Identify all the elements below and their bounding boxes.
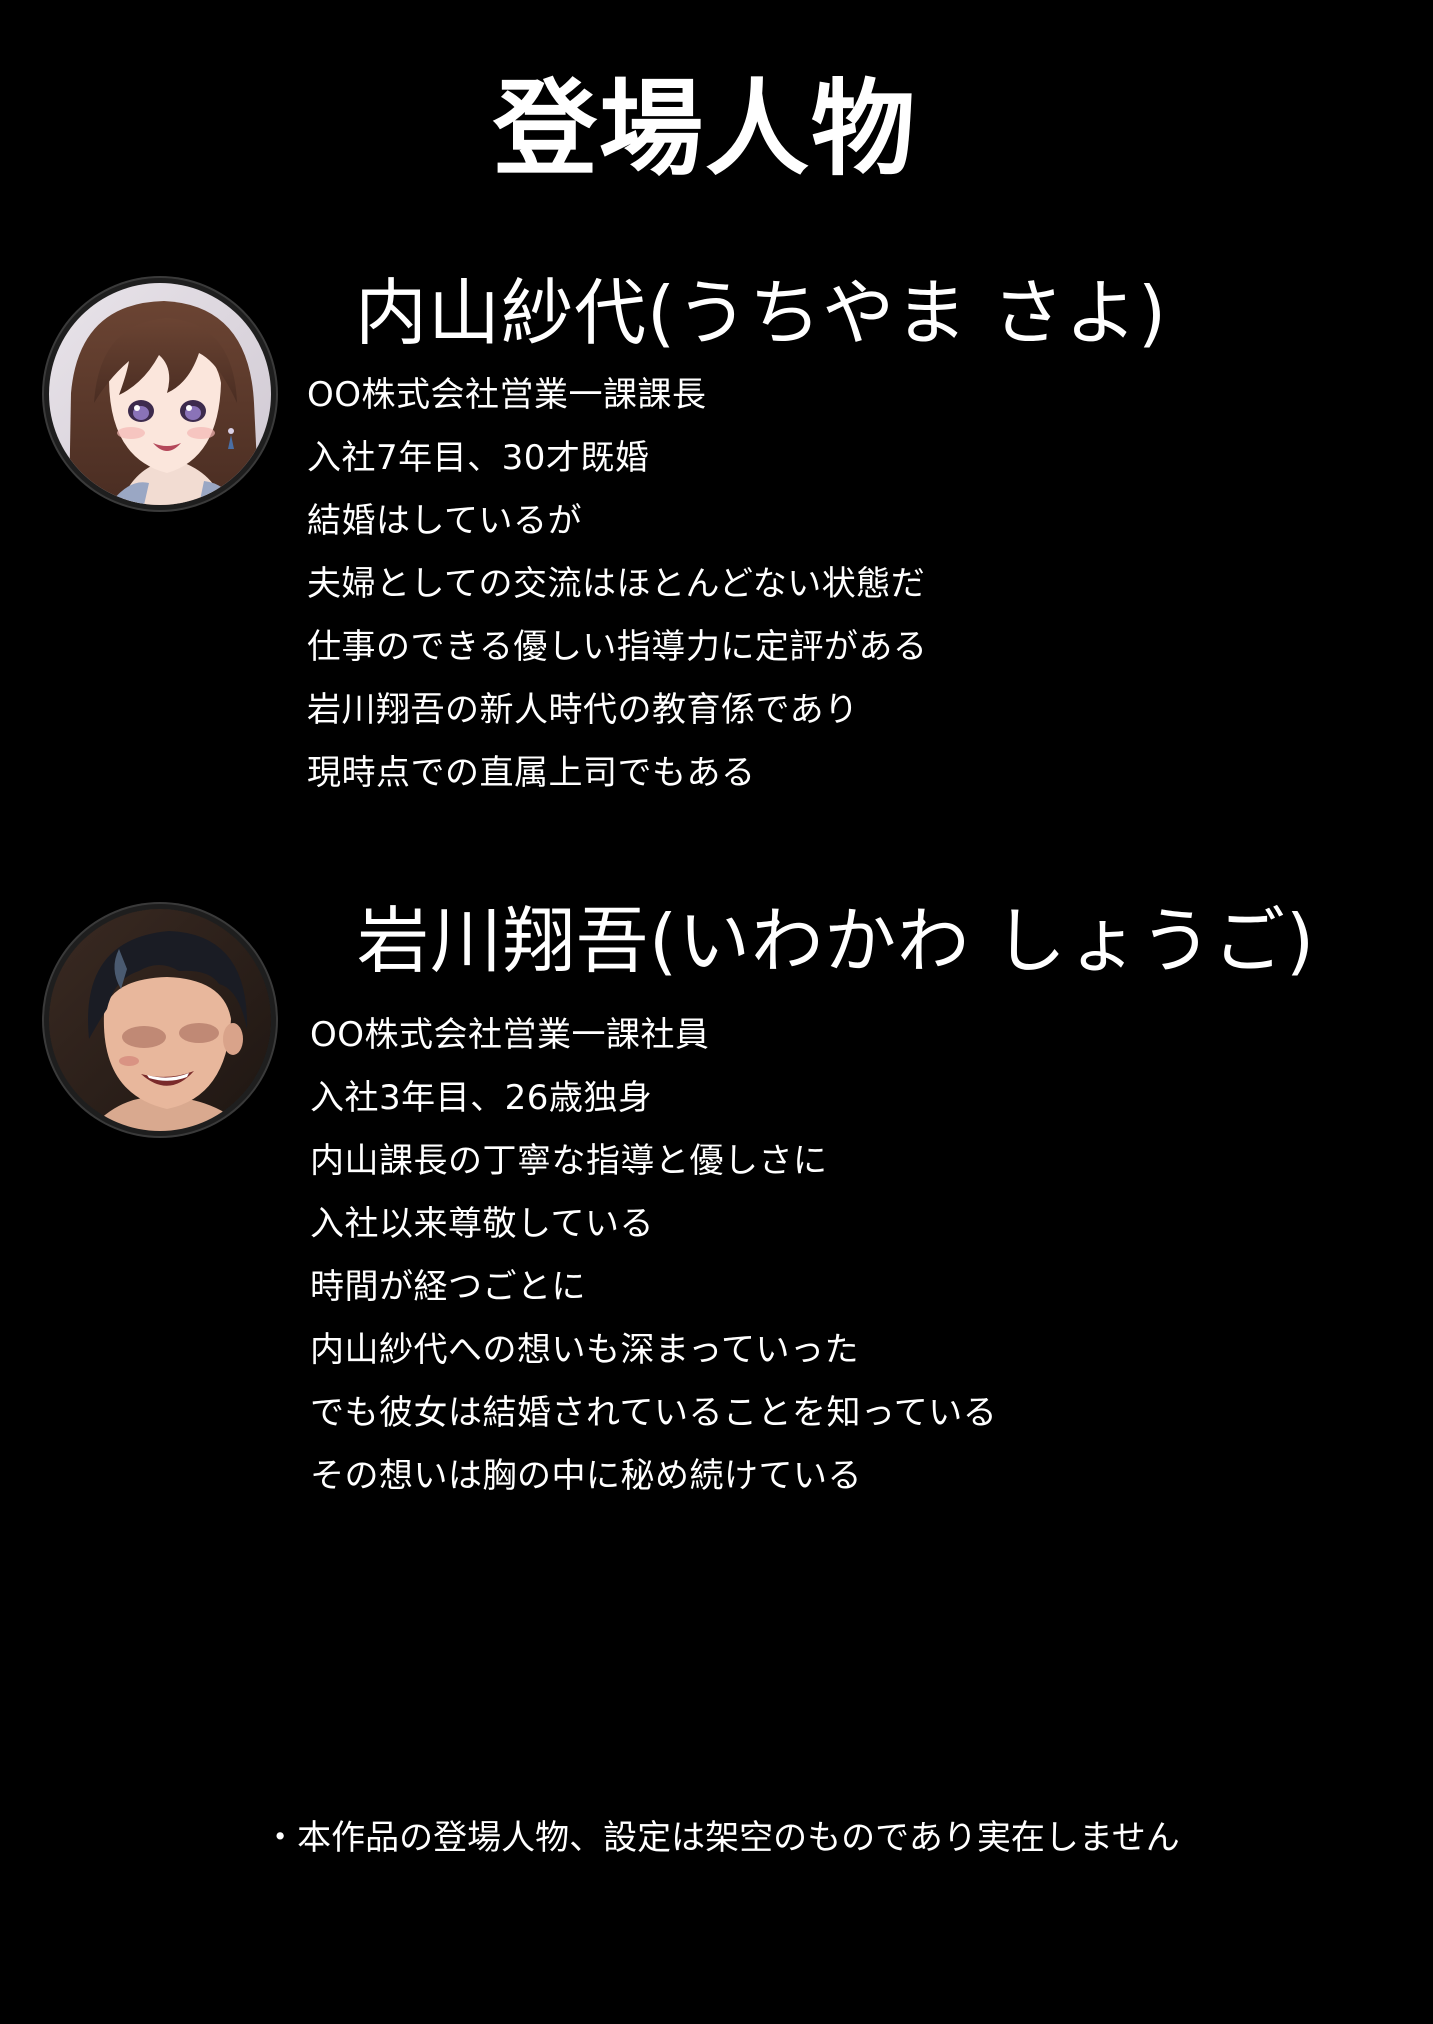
- woman-portrait-icon: [49, 283, 271, 505]
- description-line: 岩川翔吾の新人時代の教育係であり: [307, 690, 859, 730]
- description-line: 結婚はしているが: [307, 501, 582, 541]
- description-line: OO株式会社営業一課社員: [310, 1015, 710, 1055]
- character-description: OO株式会社営業一課課長 入社7年目、30才既婚 結婚はしているが 夫婦としての…: [307, 364, 927, 805]
- description-line: OO株式会社営業一課課長: [307, 375, 707, 415]
- description-line: 仕事のできる優しい指導力に定評がある: [307, 627, 928, 667]
- man-portrait-icon: [49, 909, 271, 1131]
- description-line: でも彼女は結婚されていることを知っている: [310, 1393, 998, 1433]
- description-line: 内山課長の丁寧な指導と優しさに: [310, 1141, 828, 1181]
- description-line: 入社3年目、26歳独身: [310, 1078, 653, 1118]
- character-name: 内山紗代(うちやま さよ): [355, 271, 1168, 355]
- page-title: 登場人物: [492, 68, 917, 190]
- character-name: 岩川翔吾(いわかわ しょうご): [357, 899, 1316, 983]
- description-line: 夫婦としての交流はほとんどない状態だ: [307, 564, 926, 604]
- description-line: 入社以来尊敬している: [310, 1204, 654, 1244]
- description-line: 現時点での直属上司でもある: [307, 753, 756, 793]
- disclaimer-note: ・本作品の登場人物、設定は架空のものであり実在しません: [263, 1818, 1180, 1858]
- description-line: 入社7年目、30才既婚: [307, 438, 650, 478]
- description-line: 時間が経つごとに: [310, 1267, 586, 1307]
- description-line: 内山紗代への想いも深まっていった: [310, 1330, 859, 1370]
- description-line: その想いは胸の中に秘め続けている: [310, 1456, 862, 1496]
- character-description: OO株式会社営業一課社員 入社3年目、26歳独身 内山課長の丁寧な指導と優しさに…: [310, 1004, 997, 1508]
